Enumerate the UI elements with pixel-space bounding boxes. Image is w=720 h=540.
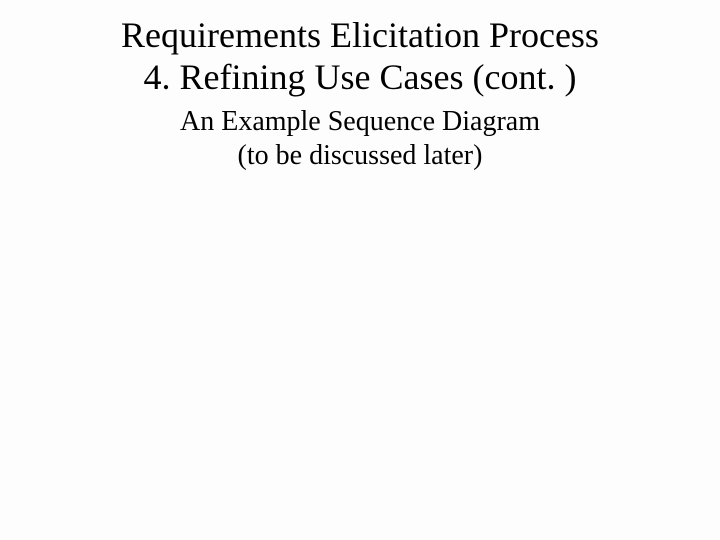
title-line-1: Requirements Elicitation Process: [121, 15, 599, 55]
subtitle-line-1: An Example Sequence Diagram: [180, 106, 540, 137]
slide: Requirements Elicitation Process 4. Refi…: [0, 0, 720, 540]
title-line-2: 4. Refining Use Cases (cont. ): [144, 57, 577, 97]
slide-subtitle: An Example Sequence Diagram (to be discu…: [60, 105, 660, 172]
subtitle-line-2: (to be discussed later): [238, 140, 483, 171]
slide-title: Requirements Elicitation Process 4. Refi…: [40, 14, 680, 99]
